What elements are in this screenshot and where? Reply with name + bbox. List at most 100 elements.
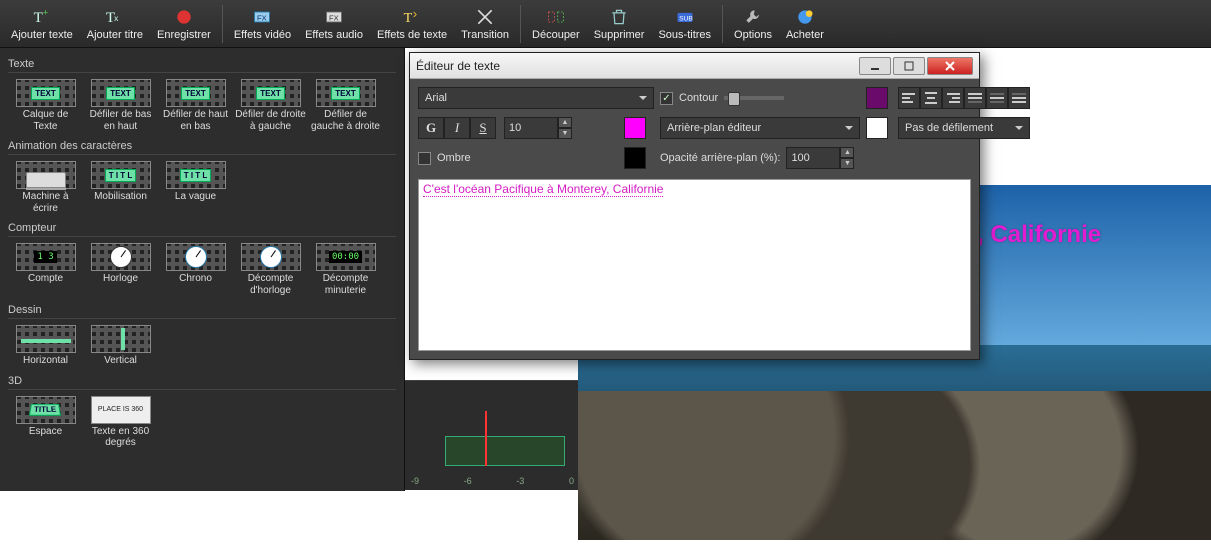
spin-down-icon[interactable]: ▼ bbox=[840, 158, 854, 169]
italic-button[interactable]: I bbox=[444, 117, 470, 139]
preset-thumb-tag: TEXT bbox=[181, 87, 209, 100]
preset-clock[interactable]: Horloge bbox=[83, 241, 158, 298]
preset-label: La vague bbox=[175, 191, 216, 203]
spin-down-icon[interactable]: ▼ bbox=[558, 128, 572, 139]
options-button[interactable]: Options bbox=[728, 1, 778, 47]
split-button[interactable]: Découper bbox=[526, 1, 586, 47]
preset-text-layer[interactable]: TEXTCalque de Texte bbox=[8, 77, 83, 134]
add-text-button[interactable]: T+ Ajouter texte bbox=[5, 1, 79, 47]
preset-mobilisation[interactable]: T I T LMobilisation bbox=[83, 159, 158, 216]
preset-label: Texte en 360 degrés bbox=[85, 426, 156, 449]
bg-mode-select[interactable]: Arrière-plan éditeur bbox=[660, 117, 860, 139]
editor-text-content: C'est l'océan Pacifique à Monterey, Cali… bbox=[423, 182, 663, 197]
toolbar-separator bbox=[222, 5, 223, 43]
checkbox-icon bbox=[660, 92, 673, 105]
delete-button[interactable]: Supprimer bbox=[588, 1, 651, 47]
preset-thumb-tag: TEXT bbox=[331, 87, 359, 100]
audio-fx-button[interactable]: FX Effets audio bbox=[299, 1, 369, 47]
svg-text:FX: FX bbox=[257, 13, 267, 22]
preset-scroll-down[interactable]: TEXT Défiler de haut en bas bbox=[158, 77, 233, 134]
timeline-fragment: -9 -6 -3 0 bbox=[405, 380, 580, 490]
timeline-tick: -9 bbox=[411, 476, 419, 486]
dialog-title: Éditeur de texte bbox=[416, 59, 857, 73]
bg-opacity-value: 100 bbox=[791, 152, 809, 164]
text-editor-textarea[interactable]: C'est l'océan Pacifique à Monterey, Cali… bbox=[418, 179, 971, 351]
shadow-checkbox[interactable]: Ombre bbox=[418, 152, 618, 165]
subtitles-button[interactable]: SUB Sous-titres bbox=[652, 1, 717, 47]
text-color-swatch[interactable] bbox=[624, 117, 646, 139]
bg-opacity-spinner[interactable]: 100 ▲▼ bbox=[786, 147, 854, 169]
dialog-titlebar[interactable]: Éditeur de texte bbox=[410, 53, 979, 79]
preset-horizontal[interactable]: Horizontal bbox=[8, 323, 83, 369]
video-fx-button[interactable]: FX Effets vidéo bbox=[228, 1, 297, 47]
preset-label: Calque de Texte bbox=[10, 109, 81, 132]
preset-thumb-tag: TITLE bbox=[29, 404, 61, 416]
svg-text:x: x bbox=[114, 13, 119, 23]
align-top-button[interactable] bbox=[964, 87, 986, 109]
svg-text:+: + bbox=[43, 7, 48, 17]
main-toolbar: T+ Ajouter texte Tx Ajouter titre Enregi… bbox=[0, 0, 1211, 48]
preset-vertical[interactable]: Vertical bbox=[83, 323, 158, 369]
split-icon bbox=[546, 7, 566, 27]
preset-scroll-up[interactable]: TEXTDéfiler de bas en haut bbox=[83, 77, 158, 134]
preset-label: Décompte d'horloge bbox=[235, 273, 306, 296]
transition-label: Transition bbox=[461, 29, 509, 41]
outline-width-slider[interactable] bbox=[724, 96, 784, 100]
minimize-button[interactable] bbox=[859, 57, 891, 75]
scroll-select[interactable]: Pas de défilement bbox=[898, 117, 1030, 139]
spin-up-icon[interactable]: ▲ bbox=[840, 147, 854, 158]
preset-timer-countdown[interactable]: 00:00Décompte minuterie bbox=[308, 241, 383, 298]
spin-up-icon[interactable]: ▲ bbox=[558, 117, 572, 128]
outline-color-swatch[interactable] bbox=[866, 87, 888, 109]
preset-label: Défiler de bas en haut bbox=[85, 109, 156, 132]
align-left-button[interactable] bbox=[898, 87, 920, 109]
preset-label: Espace bbox=[29, 426, 62, 438]
transition-button[interactable]: Transition bbox=[455, 1, 515, 47]
underline-button[interactable]: S bbox=[470, 117, 496, 139]
text-fx-label: Effets de texte bbox=[377, 29, 447, 41]
video-fx-label: Effets vidéo bbox=[234, 29, 291, 41]
text-fx-button[interactable]: T Effets de texte bbox=[371, 1, 453, 47]
bg-opacity-label: Opacité arrière-plan (%): bbox=[660, 152, 780, 164]
timeline-tick: -6 bbox=[464, 476, 472, 486]
fx-audio-icon: FX bbox=[324, 7, 344, 27]
preset-chrono[interactable]: Chrono bbox=[158, 241, 233, 298]
preset-typewriter[interactable]: Machine à écrire bbox=[8, 159, 83, 216]
preset-label: Compte bbox=[28, 273, 63, 285]
add-title-button[interactable]: Tx Ajouter titre bbox=[81, 1, 149, 47]
fx-text-icon: T bbox=[402, 7, 422, 27]
preset-scroll-rtl[interactable]: TEXTDéfiler de droite à gauche bbox=[233, 77, 308, 134]
maximize-button[interactable] bbox=[893, 57, 925, 75]
shadow-color-swatch[interactable] bbox=[624, 147, 646, 169]
bg-color-swatch[interactable] bbox=[866, 117, 888, 139]
buy-button[interactable]: Acheter bbox=[780, 1, 830, 47]
preset-label: Horizontal bbox=[23, 355, 68, 367]
preset-360-text[interactable]: PLACE IS 360Texte en 360 degrés bbox=[83, 394, 158, 451]
outline-checkbox[interactable]: Contour bbox=[660, 92, 860, 105]
preset-label: Machine à écrire bbox=[10, 191, 81, 214]
section-text: Texte bbox=[8, 58, 396, 73]
align-right-button[interactable] bbox=[942, 87, 964, 109]
preset-count[interactable]: 1 3Compte bbox=[8, 241, 83, 298]
record-button[interactable]: Enregistrer bbox=[151, 1, 217, 47]
preset-label: Défiler de haut en bas bbox=[160, 109, 231, 132]
close-icon bbox=[944, 60, 956, 72]
font-select[interactable]: Arial bbox=[418, 87, 654, 109]
section-3d: 3D bbox=[8, 375, 396, 390]
preset-wave[interactable]: T I T L La vague bbox=[158, 159, 233, 216]
preset-scroll-ltr[interactable]: TEXTDéfiler de gauche à droite bbox=[308, 77, 383, 134]
align-middle-button[interactable] bbox=[986, 87, 1008, 109]
preset-space[interactable]: TITLE Espace bbox=[8, 394, 83, 451]
align-bottom-button[interactable] bbox=[1008, 87, 1030, 109]
bold-button[interactable]: G bbox=[418, 117, 444, 139]
font-size-spinner[interactable]: 10 ▲▼ bbox=[504, 117, 572, 139]
options-label: Options bbox=[734, 29, 772, 41]
close-button[interactable] bbox=[927, 57, 973, 75]
preset-clock-countdown[interactable]: Décompte d'horloge bbox=[233, 241, 308, 298]
preset-thumb-tag: T I T L bbox=[180, 169, 212, 182]
align-center-button[interactable] bbox=[920, 87, 942, 109]
effects-browser[interactable]: Texte TEXTCalque de Texte TEXTDéfiler de… bbox=[0, 48, 405, 491]
minimize-icon bbox=[870, 61, 880, 71]
trash-icon bbox=[609, 7, 629, 27]
buy-label: Acheter bbox=[786, 29, 824, 41]
